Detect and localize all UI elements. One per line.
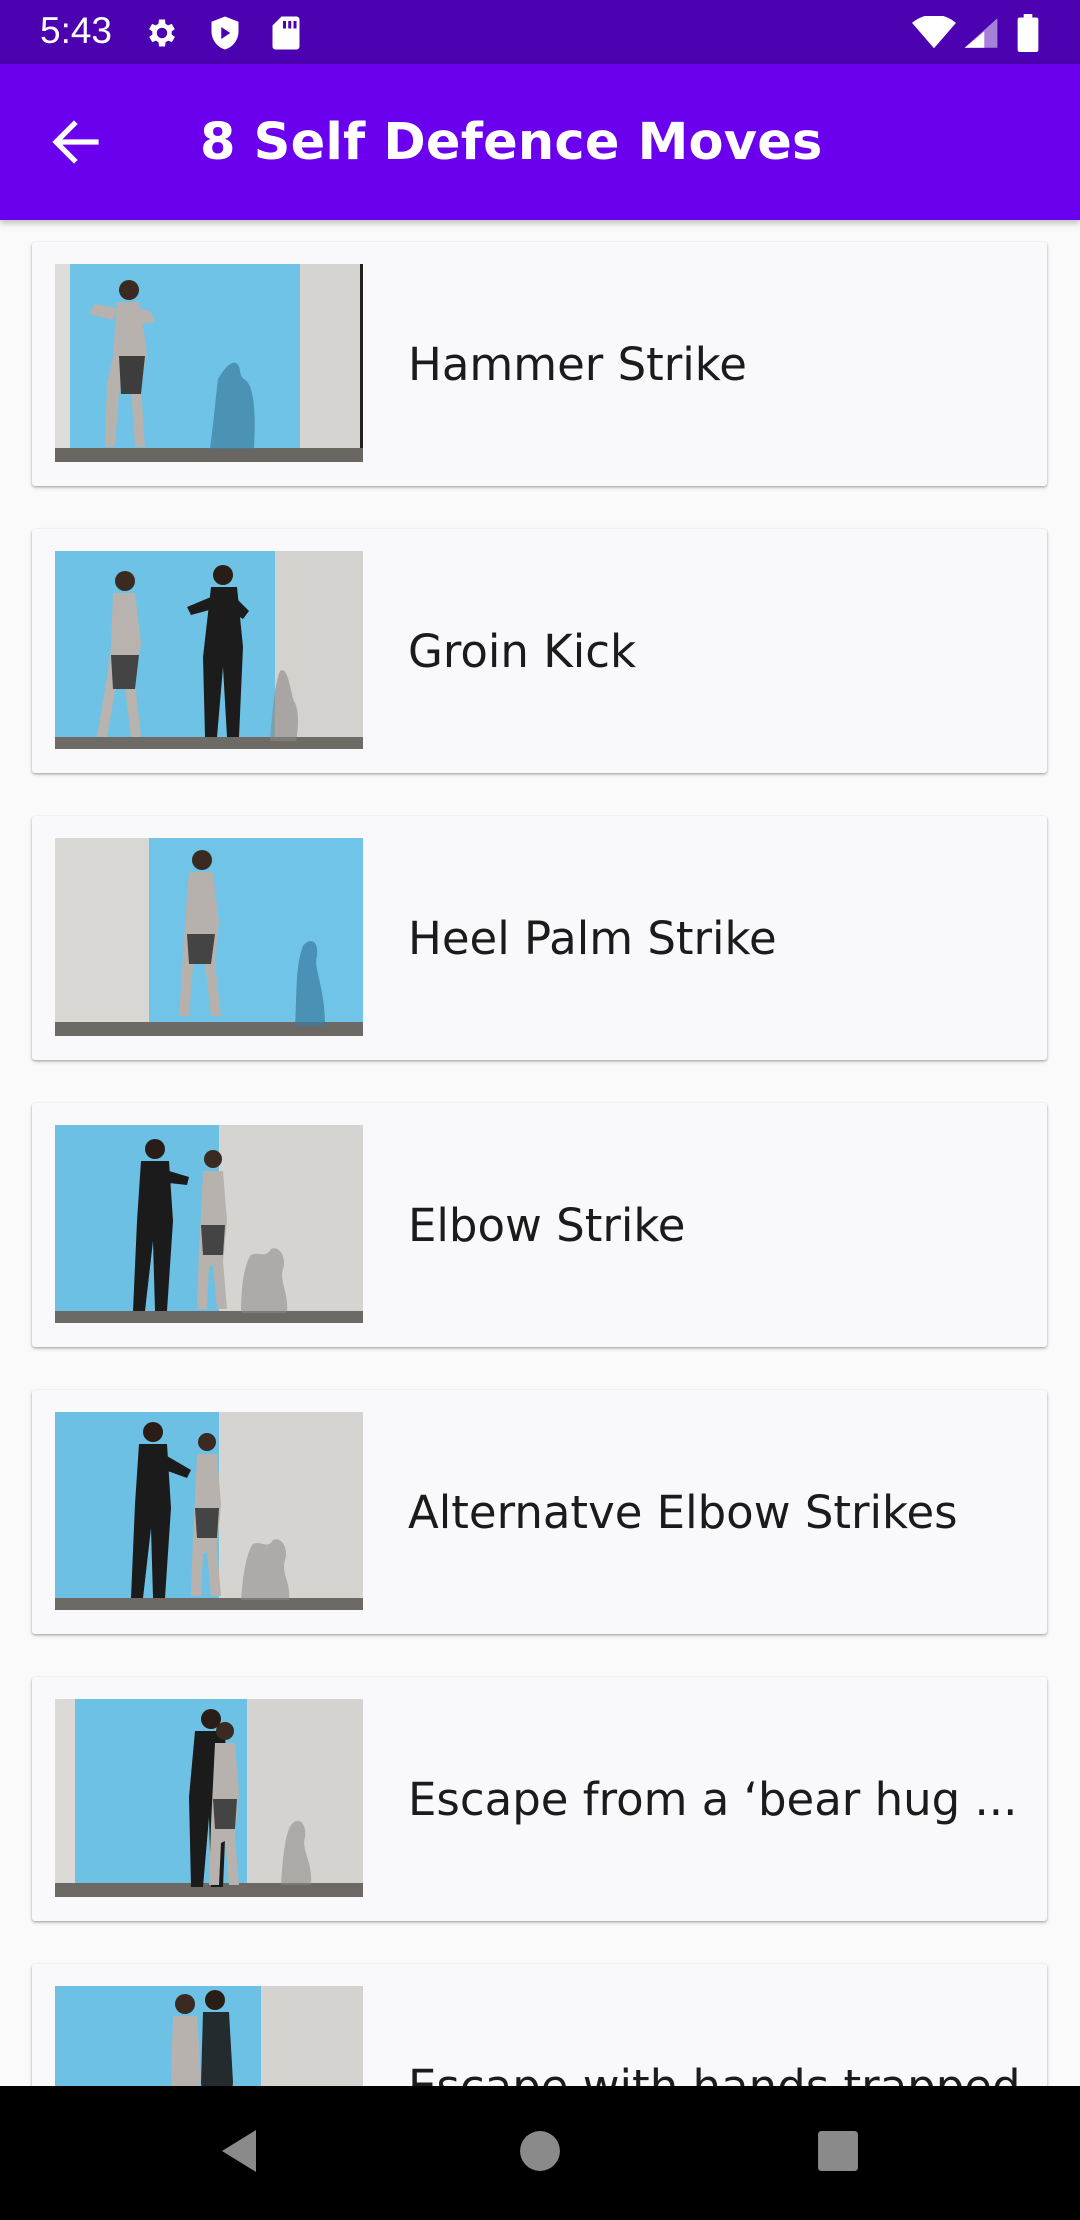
back-button[interactable] [36, 109, 116, 179]
list-item[interactable]: Escape from a ‘bear hug ... [32, 1677, 1047, 1921]
move-title: Alternatve Elbow Strikes [408, 1485, 958, 1539]
status-time: 5:43 [40, 10, 113, 51]
move-title: Hammer Strike [408, 337, 747, 391]
list-item[interactable]: Escape with hands trapped [32, 1964, 1047, 2086]
move-thumbnail [55, 1986, 363, 2086]
move-thumbnail [55, 1699, 363, 1897]
move-thumbnail [55, 551, 363, 749]
nav-back-button[interactable] [200, 2116, 280, 2190]
navigation-bar [0, 2086, 1080, 2220]
settings-icon [143, 14, 181, 52]
move-title: Escape with hands trapped [408, 2059, 1021, 2087]
move-title: Heel Palm Strike [408, 911, 777, 965]
nav-home-button[interactable] [500, 2116, 580, 2190]
move-thumbnail [55, 1125, 363, 1323]
list-item[interactable]: Alternatve Elbow Strikes [32, 1390, 1047, 1634]
home-circle-icon [519, 2130, 561, 2177]
move-thumbnail [55, 264, 363, 462]
move-title: Elbow Strike [408, 1198, 686, 1252]
move-thumbnail [55, 1412, 363, 1610]
list-item[interactable]: Heel Palm Strike [32, 816, 1047, 1060]
moves-list[interactable]: Hammer Strike Groin Kick Heel Palm Strik… [0, 220, 1080, 2086]
list-item[interactable]: Groin Kick [32, 529, 1047, 773]
list-item[interactable]: Elbow Strike [32, 1103, 1047, 1347]
move-title: Groin Kick [408, 624, 637, 678]
move-title: Escape from a ‘bear hug ... [408, 1772, 1018, 1826]
shield-icon [206, 14, 244, 52]
move-thumbnail [55, 838, 363, 1036]
arrow-back-icon [52, 119, 100, 169]
page-title: 8 Self Defence Moves [200, 113, 823, 172]
app-bar: 8 Self Defence Moves [0, 64, 1080, 220]
signal-icon [961, 14, 1001, 52]
nav-recents-button[interactable] [798, 2116, 878, 2190]
recents-square-icon [817, 2130, 859, 2177]
list-item[interactable]: Hammer Strike [32, 242, 1047, 486]
status-bar: 5:43 [0, 0, 1080, 64]
battery-icon [1010, 14, 1046, 52]
wifi-icon [912, 14, 956, 52]
back-triangle-icon [220, 2128, 260, 2179]
sd-card-icon [267, 14, 305, 52]
